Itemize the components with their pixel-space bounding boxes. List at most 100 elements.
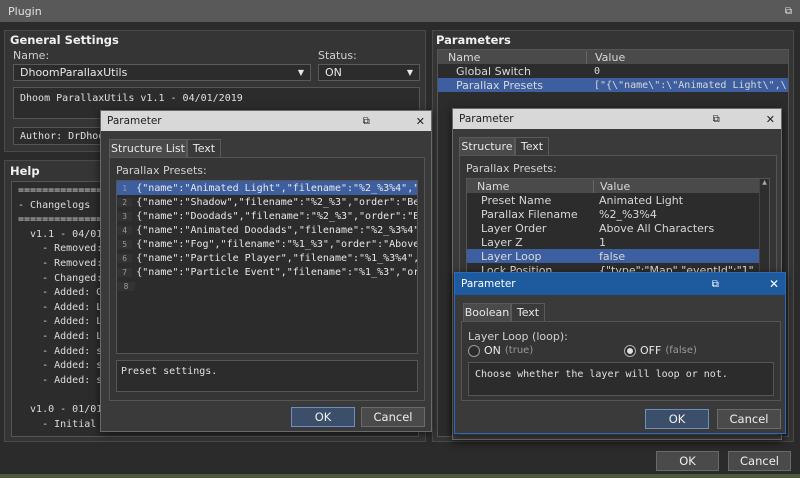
tab-text[interactable]: Text <box>187 139 221 157</box>
table-row[interactable]: Global Switch 0 <box>438 64 788 78</box>
table-row[interactable]: Layer Loop false <box>467 249 769 263</box>
list-item-text: {"name":"Fog","filename":"%1_%3","order"… <box>136 238 417 250</box>
table-row[interactable]: Layer Z 1 <box>467 235 769 249</box>
line-number: 7 <box>117 267 133 277</box>
table-row[interactable]: Parallax Presets ["{\"name\":\"Animated … <box>438 78 788 92</box>
table-row[interactable]: Preset Name Animated Light <box>467 193 769 207</box>
chevron-down-icon: ▼ <box>297 68 304 77</box>
description-text: Dhoom ParallaxUtils v1.1 - 04/01/2019 <box>20 93 243 104</box>
radio-on-sub: (true) <box>504 345 534 356</box>
radio-off[interactable]: OFF (false) <box>624 344 697 357</box>
tab-content: Layer Loop (loop): ON (true) OFF (false)… <box>461 321 781 401</box>
dialog-title: Parameter <box>107 115 162 127</box>
scrollbar[interactable]: ▲ <box>759 179 769 277</box>
tab-boolean[interactable]: Boolean <box>463 303 511 321</box>
list-item-text: {"name":"Animated Light","filename":"%2_… <box>136 182 417 194</box>
description-text: Choose whether the layer will loop or no… <box>475 369 728 380</box>
cancel-button[interactable]: Cancel <box>361 407 425 427</box>
line-number: 3 <box>117 211 133 221</box>
line-number: 6 <box>117 253 133 263</box>
list-item[interactable]: 3 {"name":"Doodads","filename":"%2_%3","o… <box>117 209 417 223</box>
restore-icon[interactable]: ⧉ <box>713 114 720 125</box>
line-number: 1 <box>117 183 133 193</box>
radio-checked-icon <box>624 344 636 357</box>
preset-list[interactable]: 1 {"name":"Animated Light","filename":"%2… <box>116 180 418 354</box>
ok-button[interactable]: OK <box>645 409 709 429</box>
window-titlebar: Plugin ⧉ <box>0 0 800 22</box>
structure-list-dialog: Parameter ⧉ ✕ Structure List Text Parall… <box>100 110 432 432</box>
list-item-text: {"name":"Shadow","filename":"%2_%3","ord… <box>136 196 417 208</box>
cancel-button[interactable]: Cancel <box>728 451 791 471</box>
line-number: 5 <box>117 239 133 249</box>
tab-structure[interactable]: Structure <box>459 137 515 155</box>
row-name: Layer Order <box>481 221 547 235</box>
tab-text[interactable]: Text <box>515 137 549 155</box>
parameters-table-header: Name Value <box>438 50 788 64</box>
list-item[interactable]: 2 {"name":"Shadow","filename":"%2_%3","or… <box>117 195 417 209</box>
row-value: 1 <box>599 235 606 249</box>
list-item[interactable]: 8 <box>117 279 417 293</box>
ok-button[interactable]: OK <box>291 407 355 427</box>
ok-button[interactable]: OK <box>656 451 719 471</box>
structure-table: Name Value Preset Name Animated Light Para… <box>466 178 770 278</box>
help-header: Help <box>10 164 40 178</box>
restore-icon[interactable]: ⧉ <box>712 279 719 290</box>
row-name: Parallax Filename <box>481 207 578 221</box>
description-text: Preset settings. <box>121 366 218 377</box>
list-item[interactable]: 4 {"name":"Animated Doodads","filename":"… <box>117 223 417 237</box>
list-item[interactable]: 1 {"name":"Animated Light","filename":"%2… <box>117 181 417 195</box>
list-item[interactable]: 6 {"name":"Particle Player","filename":"%… <box>117 251 417 265</box>
line-number: 4 <box>117 225 133 235</box>
line-number: 8 <box>117 281 135 291</box>
close-icon[interactable]: ✕ <box>416 115 425 128</box>
boolean-dialog: Parameter ⧉ ✕ Boolean Text Layer Loop (l… <box>454 272 786 434</box>
row-name: Layer Loop <box>481 249 542 263</box>
name-select[interactable]: DhoomParallaxUtils ▼ <box>13 64 311 81</box>
dialog-titlebar: Parameter ⧉ ✕ <box>455 273 785 295</box>
cancel-button[interactable]: Cancel <box>717 409 781 429</box>
param-value: ["{\"name\":\"Animated Light\",\"f… <box>594 79 786 91</box>
line-number: 2 <box>117 197 133 207</box>
row-value: %2_%3%4 <box>599 207 657 221</box>
table-row[interactable]: Parallax Filename %2_%3%4 <box>467 207 769 221</box>
window-title: Plugin <box>8 4 42 18</box>
status-select-value: ON <box>325 66 342 79</box>
param-name: Global Switch <box>456 64 531 78</box>
restore-icon[interactable]: ⧉ <box>363 116 370 127</box>
structure-rows: Preset Name Animated Light Parallax Filena… <box>467 193 769 277</box>
bottom-strip <box>0 474 800 478</box>
tab-structure-list[interactable]: Structure List <box>109 139 187 157</box>
dialog-title: Parameter <box>459 113 514 125</box>
status-select[interactable]: ON ▼ <box>318 64 420 81</box>
list-item[interactable]: 5 {"name":"Fog","filename":"%1_%3","order… <box>117 237 417 251</box>
list-label: Parallax Presets: <box>466 162 557 175</box>
list-label: Parallax Presets: <box>116 164 207 177</box>
status-label: Status: <box>318 49 357 62</box>
table-row[interactable]: Layer Order Above All Characters <box>467 221 769 235</box>
close-icon[interactable]: ✕ <box>769 277 779 291</box>
list-item-text: {"name":"Particle Event","filename":"%1_… <box>136 266 417 278</box>
list-item-text: {"name":"Doodads","filename":"%2_%3","or… <box>136 210 417 222</box>
description-box: Preset settings. <box>116 360 418 392</box>
close-icon[interactable]: ✕ <box>766 113 775 126</box>
field-label: Layer Loop (loop): <box>468 330 568 343</box>
row-name: Preset Name <box>481 193 552 207</box>
dialog-title: Parameter <box>461 278 516 290</box>
restore-icon[interactable]: ⧉ <box>785 6 792 17</box>
parameters-header: Parameters <box>436 33 511 47</box>
row-value: false <box>599 249 626 263</box>
dialog-titlebar: Parameter ⧉ ✕ <box>101 111 431 131</box>
radio-off-sub: (false) <box>665 345 697 356</box>
description-box: Choose whether the layer will loop or no… <box>468 362 774 396</box>
row-value: Animated Light <box>599 193 684 207</box>
col-name-header: Name <box>448 50 481 64</box>
col-value-header: Value <box>586 50 625 64</box>
list-item[interactable]: 7 {"name":"Particle Event","filename":"%1… <box>117 265 417 279</box>
scroll-up-icon[interactable]: ▲ <box>760 179 769 186</box>
col-name-header: Name <box>477 179 510 193</box>
chevron-down-icon: ▼ <box>406 68 413 77</box>
tab-text[interactable]: Text <box>511 303 545 321</box>
radio-on[interactable]: ON (true) <box>468 344 533 357</box>
row-value: Above All Characters <box>599 221 715 235</box>
name-select-value: DhoomParallaxUtils <box>20 66 128 79</box>
